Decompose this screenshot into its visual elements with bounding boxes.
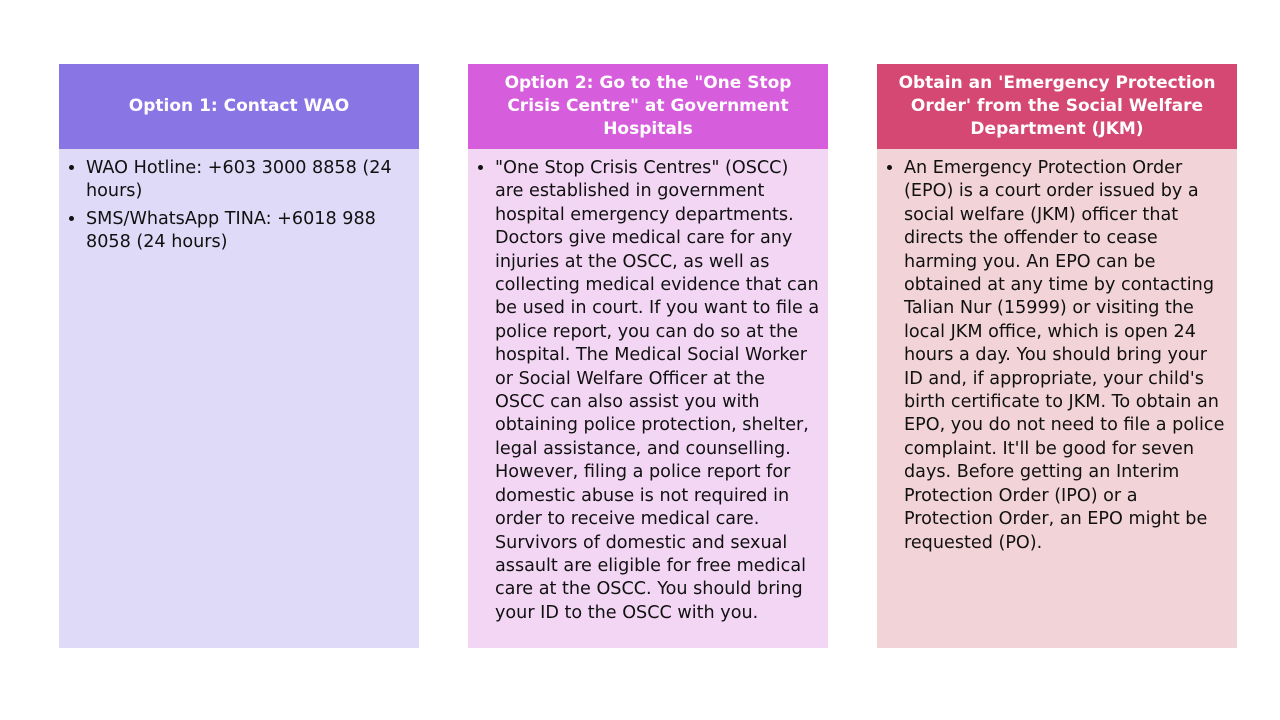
- slide: Option 1: Contact WAO WAO Hotline: +603 …: [0, 0, 1280, 720]
- option-3-bullet-list: An Emergency Protection Order (EPO) is a…: [885, 157, 1229, 555]
- option-2-bullet-list: "One Stop Crisis Centres" (OSCC) are est…: [476, 157, 820, 625]
- option-1-header: Option 1: Contact WAO: [59, 64, 419, 149]
- option-1-body: WAO Hotline: +603 3000 8858 (24 hours) S…: [59, 149, 419, 648]
- bullet-item: An Emergency Protection Order (EPO) is a…: [904, 157, 1229, 555]
- option-3-card: Obtain an 'Emergency Protection Order' f…: [877, 64, 1237, 648]
- option-2-title: Option 2: Go to the "One Stop Crisis Cen…: [504, 73, 792, 139]
- option-2-body: "One Stop Crisis Centres" (OSCC) are est…: [468, 149, 828, 648]
- option-1-card: Option 1: Contact WAO WAO Hotline: +603 …: [59, 64, 419, 648]
- bullet-item: WAO Hotline: +603 3000 8858 (24 hours): [86, 157, 411, 204]
- option-3-header: Obtain an 'Emergency Protection Order' f…: [877, 64, 1237, 149]
- option-3-body: An Emergency Protection Order (EPO) is a…: [877, 149, 1237, 648]
- option-2-card: Option 2: Go to the "One Stop Crisis Cen…: [468, 64, 828, 648]
- option-2-header: Option 2: Go to the "One Stop Crisis Cen…: [468, 64, 828, 149]
- option-1-title: Option 1: Contact WAO: [128, 96, 350, 116]
- bullet-item: "One Stop Crisis Centres" (OSCC) are est…: [495, 157, 820, 625]
- bullet-item: SMS/WhatsApp TINA: +6018 988 8058 (24 ho…: [86, 208, 411, 255]
- option-1-bullet-list: WAO Hotline: +603 3000 8858 (24 hours) S…: [67, 157, 411, 255]
- option-3-title: Obtain an 'Emergency Protection Order' f…: [898, 73, 1216, 139]
